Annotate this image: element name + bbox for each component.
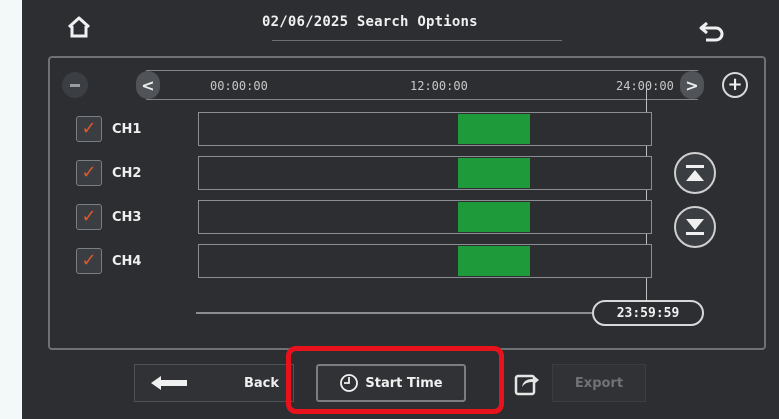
channel-track[interactable] [198,112,652,146]
time-slider-track[interactable] [196,312,592,314]
skip-up-icon [686,165,704,181]
channel-checkbox[interactable]: ✓ [76,116,102,142]
chevron-right-icon: > [685,75,699,95]
share-icon [514,374,539,396]
channel-track[interactable] [198,244,652,278]
zoom-out-button[interactable] [62,72,88,98]
recording-segment[interactable] [458,246,530,276]
channel-label: CH1 [112,122,142,137]
check-icon: ✓ [81,206,97,227]
title-underline [272,40,562,41]
recording-segment[interactable] [458,114,530,144]
tick-label: 00:00:00 [210,79,268,93]
minus-icon [70,83,80,87]
plus-icon: + [727,74,743,95]
back-label: Back [243,375,279,391]
highlight-annotation [286,346,504,414]
search-panel: 00:00:00 12:00:00 24:00:00 < > + ✓ CH1 ✓… [48,56,766,350]
left-margin [0,0,22,419]
channel-track[interactable] [198,156,652,190]
recording-segment[interactable] [458,202,530,232]
export-button[interactable]: Export [552,364,646,402]
time-ruler[interactable]: 00:00:00 12:00:00 24:00:00 [146,70,698,100]
tick-label: 12:00:00 [410,79,468,93]
chevron-left-icon: < [141,75,155,95]
arrow-left-icon [151,376,187,390]
scroll-right-button[interactable]: > [680,71,704,99]
page-title: 02/06/2025 Search Options [262,14,478,30]
check-icon: ✓ [81,118,97,139]
channel-label: CH4 [112,254,142,269]
dvr-screen: 02/06/2025 Search Options 00:00:00 12:00… [22,0,779,419]
channel-checkbox[interactable]: ✓ [76,248,102,274]
export-label: Export [574,375,624,391]
home-icon [67,16,91,38]
channel-checkbox[interactable]: ✓ [76,204,102,230]
return-button[interactable] [694,14,730,48]
scroll-left-button[interactable]: < [136,71,160,99]
channel-checkbox[interactable]: ✓ [76,160,102,186]
export-icon-button[interactable] [514,370,540,396]
page-up-button[interactable] [674,152,716,194]
return-arrow-icon [699,21,724,42]
check-icon: ✓ [81,250,97,271]
page-down-button[interactable] [674,206,716,248]
recording-segment[interactable] [458,158,530,188]
back-button[interactable]: Back [134,364,294,402]
channel-track[interactable] [198,200,652,234]
skip-down-icon [686,219,704,235]
check-icon: ✓ [81,162,97,183]
current-time-badge[interactable]: 23:59:59 [592,300,704,326]
home-button[interactable] [62,10,96,44]
channel-label: CH3 [112,210,142,225]
channel-label: CH2 [112,166,142,181]
zoom-in-button[interactable]: + [722,72,748,98]
tick-label: 24:00:00 [616,79,674,93]
